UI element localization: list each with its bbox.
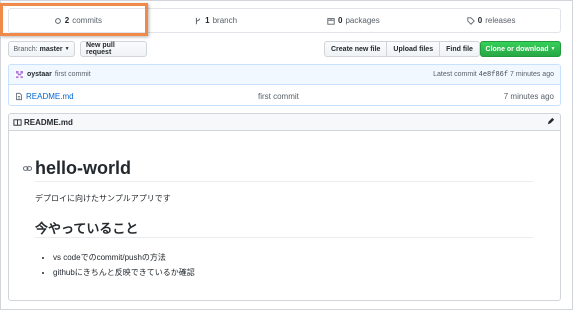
commit-message[interactable]: first commit: [55, 71, 91, 78]
branch-select-value: master: [39, 45, 63, 53]
commit-age: 7 minutes ago: [510, 70, 554, 78]
readme-panel: README.md hello-world デプロイに向けたサンプルアプリです …: [8, 113, 561, 301]
new-pull-request-button[interactable]: New pull request: [80, 41, 147, 57]
package-icon: [327, 17, 335, 25]
readme-paragraph: デプロイに向けたサンプルアプリです: [35, 194, 171, 203]
readme-heading-1: hello-world: [23, 156, 533, 182]
readme-header: README.md: [9, 114, 560, 131]
file-icon: [16, 92, 22, 100]
releases-count: 0: [477, 16, 483, 25]
branch-label: branch: [212, 16, 238, 25]
file-row: README.md first commit 7 minutes ago: [9, 85, 560, 105]
packages-link[interactable]: 0 packages: [285, 9, 423, 32]
create-new-file-button[interactable]: Create new file: [324, 41, 388, 57]
list-item: githubにきちんと反映できているか確認: [53, 265, 195, 280]
readme-title: README.md: [24, 117, 73, 127]
branch-select-button[interactable]: Branch: master ▼: [8, 41, 75, 57]
dropdown-caret-icon: ▼: [550, 46, 556, 52]
file-age: 7 minutes ago: [503, 91, 554, 101]
tag-icon: [467, 16, 475, 25]
commit-sha[interactable]: 4e8f86f: [479, 71, 508, 79]
dropdown-caret-icon: ▼: [64, 46, 70, 52]
branch-count: 1: [205, 16, 210, 25]
file-name[interactable]: README.md: [26, 92, 74, 101]
link-icon[interactable]: [23, 164, 32, 173]
packages-count: 0: [338, 16, 343, 25]
avatar[interactable]: [15, 70, 24, 79]
releases-label: releases: [485, 16, 516, 25]
latest-commit-info: Latest commit 4e8f86f 7 minutes ago: [433, 71, 554, 79]
readme-list: vs codeでのcommit/pushの方法 githubにきちんと反映できて…: [41, 250, 195, 280]
branches-link[interactable]: 1 branch: [147, 9, 285, 32]
file-commit-message[interactable]: first commit: [258, 92, 299, 101]
find-file-button[interactable]: Find file: [439, 41, 480, 57]
readme-heading-1-text: hello-world: [35, 158, 131, 178]
releases-link[interactable]: 0 releases: [422, 9, 560, 32]
clone-label: Clone or download: [485, 45, 549, 53]
packages-label: packages: [345, 16, 380, 25]
commit-author[interactable]: oystaar: [27, 71, 52, 78]
book-icon: [13, 118, 22, 126]
latest-commit-bar: oystaar first commit Latest commit 4e8f8…: [9, 65, 560, 85]
branch-icon: [196, 17, 201, 24]
commits-highlight-box: [0, 3, 148, 36]
upload-files-button[interactable]: Upload files: [386, 41, 441, 57]
file-actions-group: Create new file Upload files Find file: [324, 41, 480, 57]
list-item: vs codeでのcommit/pushの方法: [53, 250, 195, 265]
readme-heading-2: 今やっていること: [35, 217, 533, 238]
branch-select-prefix: Branch:: [13, 45, 38, 53]
latest-commit-label: Latest commit: [433, 70, 477, 78]
file-browser: oystaar first commit Latest commit 4e8f8…: [8, 64, 561, 106]
clone-or-download-button[interactable]: Clone or download ▼: [480, 41, 561, 57]
pencil-icon[interactable]: [546, 117, 555, 126]
